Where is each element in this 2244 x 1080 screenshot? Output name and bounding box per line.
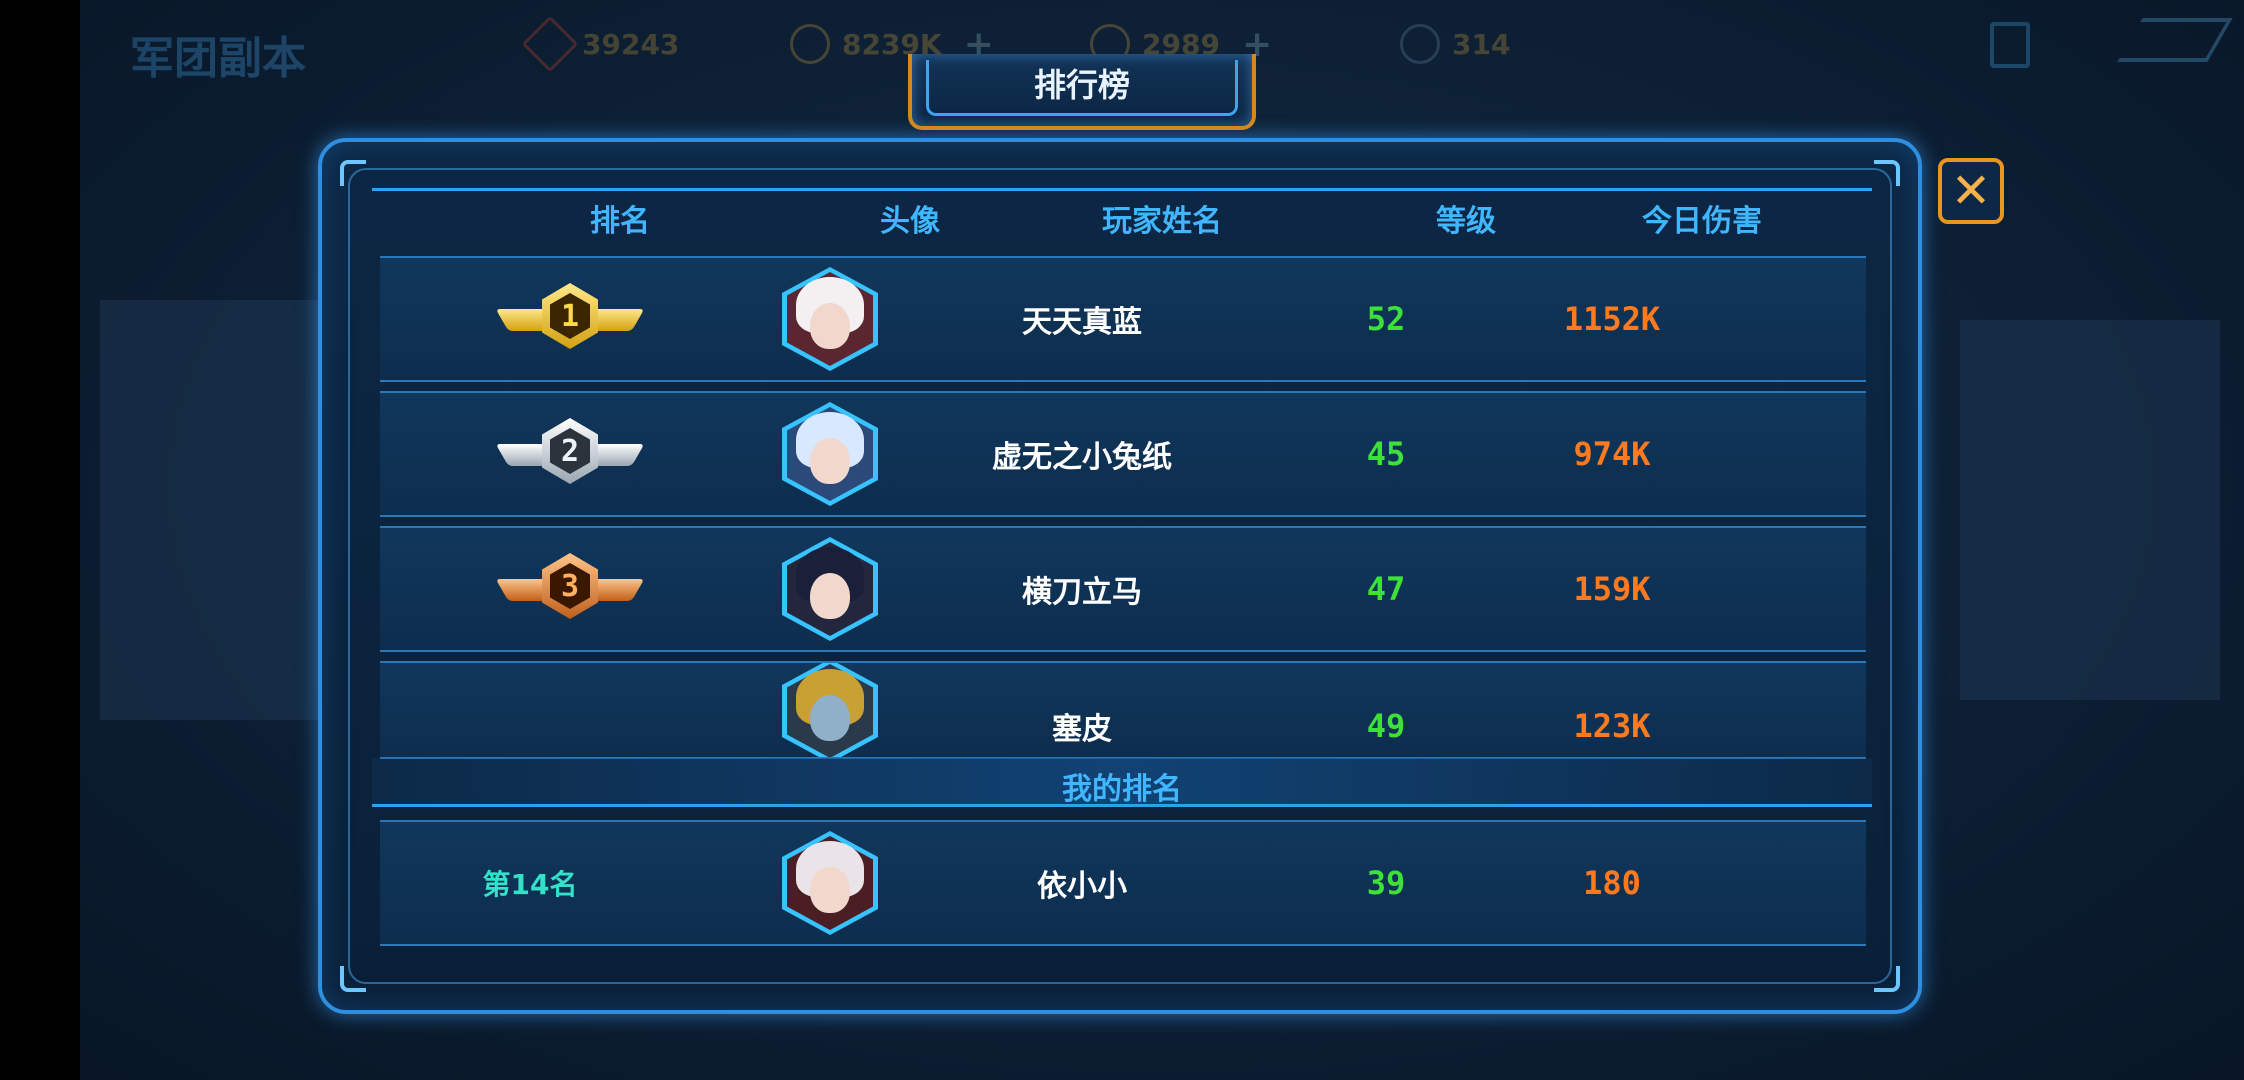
player-level: 49: [1366, 707, 1406, 745]
table-row[interactable]: 3 横刀立马 47 159K: [380, 526, 1866, 652]
table-row[interactable]: 1 天天真蓝 52 1152K: [380, 256, 1866, 382]
resource-value: 314: [1452, 27, 1511, 61]
my-rank-bar: 我的排名: [372, 758, 1872, 807]
frame-corner: [1874, 160, 1900, 186]
close-icon: ✕: [1950, 163, 1992, 219]
screen-title: 军团副本: [130, 33, 306, 84]
header-level: 等级: [1436, 204, 1496, 239]
help-icon[interactable]: [1990, 22, 2030, 68]
player-name: 虚无之小兔纸: [992, 440, 1172, 475]
rank-2-badge-icon: 2: [495, 414, 645, 494]
header-divider: [372, 188, 1872, 191]
damage-today: 123K: [1573, 707, 1651, 745]
gold-coin-icon: [790, 24, 830, 64]
header-damage-today: 今日伤害: [1642, 204, 1762, 239]
header-avatar: 头像: [880, 204, 940, 239]
leaderboard-title-tab: 排行榜: [908, 54, 1256, 130]
player-level: 39: [1366, 864, 1406, 902]
player-name: 依小小: [1037, 869, 1127, 904]
avatar[interactable]: [782, 537, 878, 641]
damage-today: 974K: [1573, 435, 1651, 473]
damage-today: 159K: [1573, 570, 1651, 608]
frame-corner: [340, 160, 366, 186]
damage-today: 180: [1583, 864, 1641, 902]
table-row[interactable]: 2 虚无之小兔纸 45 974K: [380, 391, 1866, 517]
rank-1-badge-icon: 1: [495, 279, 645, 359]
resource-medal: 314: [1400, 24, 1510, 64]
my-rank-text: 第14名: [482, 868, 578, 901]
resource-gems: 39243: [521, 15, 680, 73]
header-rank: 排名: [590, 204, 650, 239]
frame-corner: [1874, 966, 1900, 992]
back-icon[interactable]: [2117, 18, 2233, 62]
resource-value: 39243: [582, 27, 680, 61]
avatar[interactable]: [782, 663, 878, 757]
player-name: 天天真蓝: [1022, 305, 1142, 340]
my-rank-row[interactable]: 第14名 依小小 39 180: [380, 820, 1866, 946]
player-name: 横刀立马: [1022, 575, 1142, 610]
close-button[interactable]: ✕: [1938, 158, 2004, 224]
leaderboard-title: 排行榜: [1033, 66, 1130, 104]
damage-today: 1152K: [1563, 300, 1661, 338]
medal-icon: [1400, 24, 1440, 64]
player-name: 塞皮: [1052, 712, 1112, 747]
header-player-name: 玩家姓名: [1102, 204, 1222, 239]
my-rank-label: 我的排名: [1062, 772, 1182, 807]
rank-empty: [460, 663, 680, 757]
player-level: 52: [1366, 300, 1406, 338]
frame-corner: [340, 966, 366, 992]
avatar[interactable]: [782, 402, 878, 506]
gem-icon: [521, 15, 579, 73]
avatar[interactable]: [782, 831, 878, 935]
player-level: 47: [1366, 570, 1406, 608]
background-scenery: [1960, 320, 2220, 700]
rank-3-badge-icon: 3: [495, 549, 645, 629]
table-row[interactable]: 塞皮 49 123K: [380, 661, 1866, 759]
avatar[interactable]: [782, 267, 878, 371]
player-level: 45: [1366, 435, 1406, 473]
